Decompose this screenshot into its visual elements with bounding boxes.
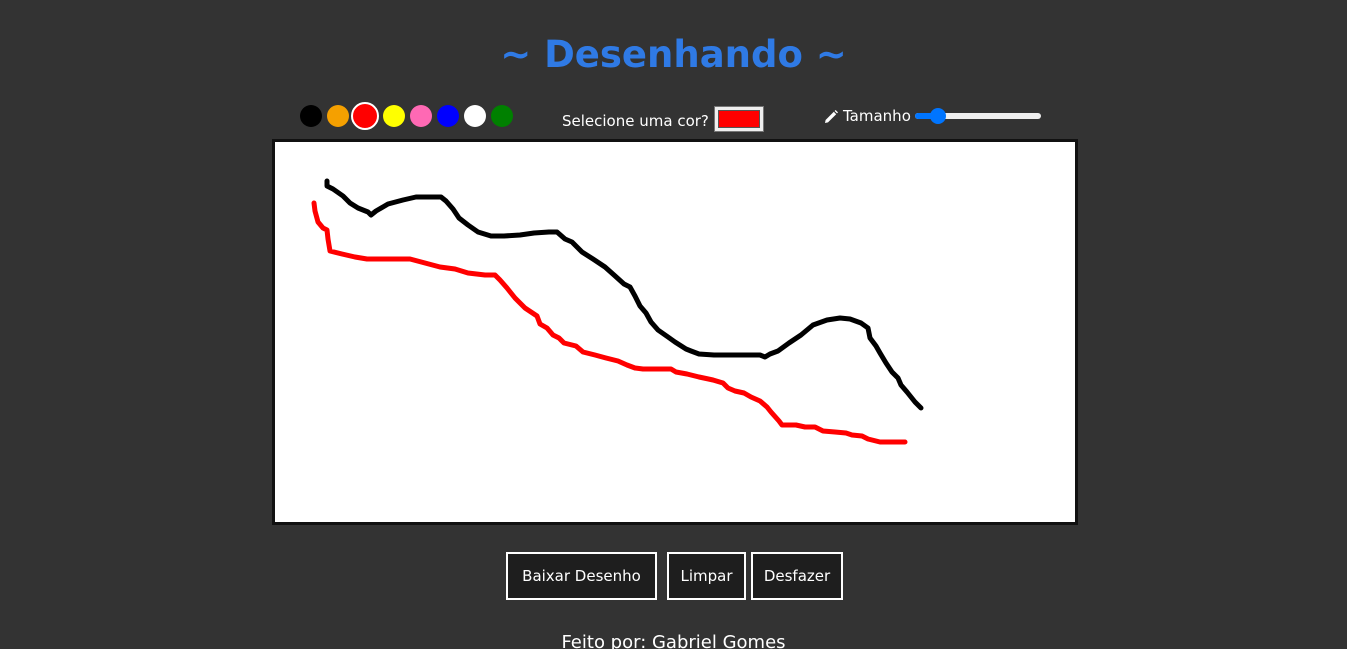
page-title: ~ Desenhando ~ xyxy=(500,33,847,76)
pencil-icon xyxy=(824,109,838,123)
stroke-black xyxy=(324,178,924,411)
clear-button[interactable]: Limpar xyxy=(667,552,746,600)
download-button[interactable]: Baixar Desenho xyxy=(506,552,657,600)
color-picker-value xyxy=(717,110,760,128)
footer-credit: Feito por: Gabriel Gomes xyxy=(561,632,786,649)
drawing-surface xyxy=(311,178,924,445)
color-swatch-pink[interactable] xyxy=(410,105,432,127)
color-swatch-black[interactable] xyxy=(300,105,322,127)
color-swatch-white[interactable] xyxy=(464,105,486,127)
color-swatch-green[interactable] xyxy=(491,105,513,127)
color-swatch-orange[interactable] xyxy=(327,105,349,127)
undo-button[interactable]: Desfazer xyxy=(751,552,843,600)
color-picker-group: Selecione uma cor? xyxy=(562,105,764,133)
size-label: Tamanho xyxy=(843,107,911,125)
size-slider-thumb[interactable] xyxy=(929,108,946,124)
action-buttons: Baixar Desenho Limpar Desfazer xyxy=(0,552,1347,600)
size-slider[interactable] xyxy=(914,108,1041,124)
size-control: Tamanho xyxy=(824,104,1041,128)
color-swatch-yellow[interactable] xyxy=(383,105,405,127)
drawing-canvas[interactable] xyxy=(272,139,1078,525)
color-swatch-blue[interactable] xyxy=(437,105,459,127)
color-picker-label: Selecione uma cor? xyxy=(562,112,709,130)
drawing-app: ~ Desenhando ~ Selecione uma cor? Tamanh… xyxy=(0,0,1347,649)
color-swatch-red[interactable] xyxy=(351,102,379,130)
color-picker-input[interactable] xyxy=(713,106,764,132)
